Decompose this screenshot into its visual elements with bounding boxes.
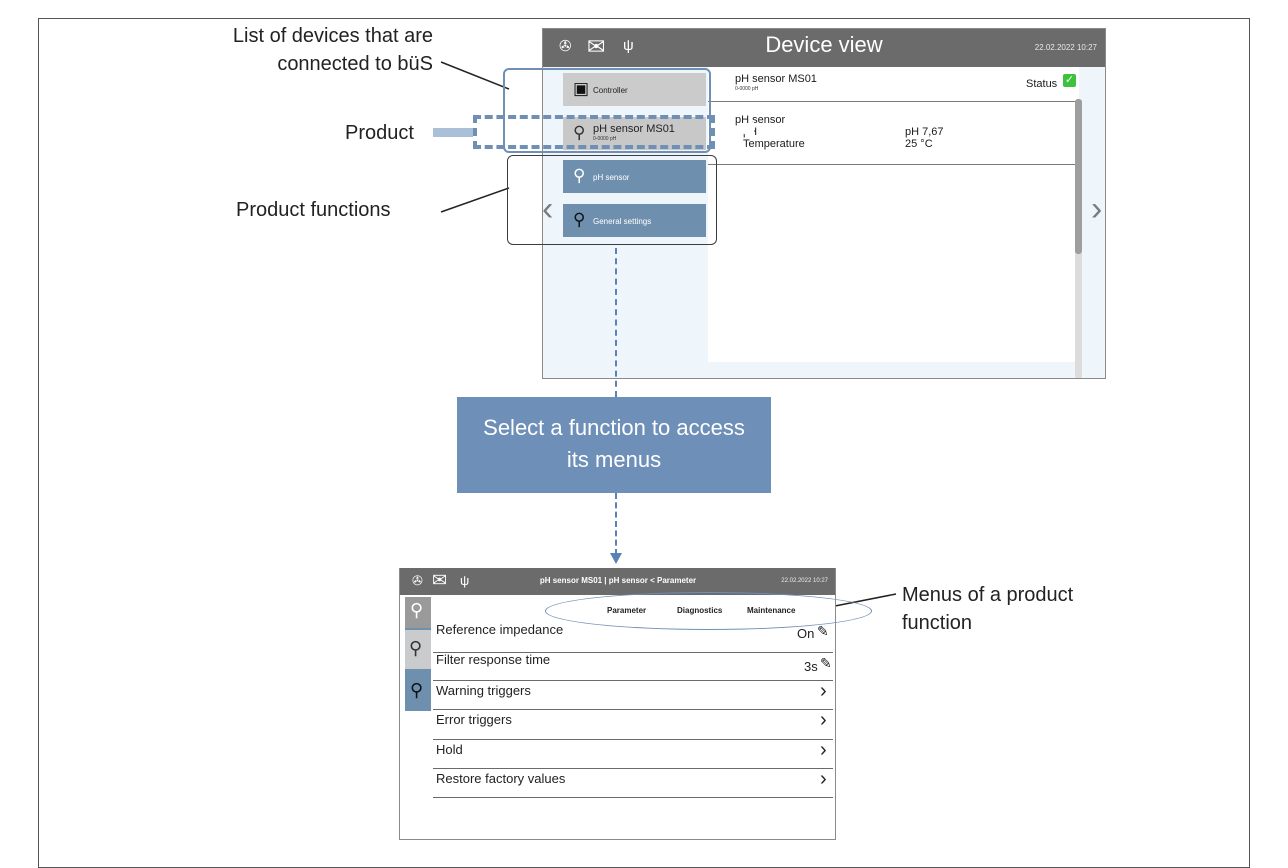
info-box: Select a function to access its menus [457,397,771,493]
sidebar-device-button[interactable]: ⚲ [405,597,431,628]
functions-callout: Product functions [236,199,391,221]
menus-callout: Menus of a product function [902,581,1073,637]
device-name-sub: 0-0000 pH [735,86,759,92]
device-view-datetime: 22.02.2022 10:27 [1034,43,1097,52]
info-box-line2: its menus [566,447,662,472]
parameter-breadcrumb: pH sensor MS01 | pH sensor < Parameter [539,576,697,585]
chevron-right-icon[interactable]: › [1091,190,1102,229]
info-box-line1: Select a function to access [483,415,745,440]
product-highlight [473,115,715,149]
param-row-label[interactable]: Hold [436,742,463,757]
device-view-header: ✇ ✉ ψ Device view 22.02.2022 10:27 [543,29,1105,67]
product-connector [433,128,473,137]
content-divider [708,101,1079,102]
param-row-label[interactable]: Reference impedance [436,622,563,637]
sidebar-settings-button[interactable]: ⚲ [405,672,431,711]
edit-pencil-icon[interactable]: ✎ [817,623,829,640]
row-divider [433,709,833,710]
param-row-label[interactable]: Error triggers [436,712,512,727]
chevron-right-icon[interactable]: › [820,768,827,791]
connector-dashed-line [615,493,617,555]
sensor-icon: ⚲ [409,638,423,658]
functions-highlight [507,155,717,245]
chevron-right-icon[interactable]: › [820,739,827,762]
product-callout: Product [345,122,414,144]
sidebar-ph-sensor-button[interactable]: ⚲ [405,630,431,669]
device-name: pH sensor MS01 [735,73,817,85]
parameter-header: ✇ ✉ ψ pH sensor MS01 | pH sensor < Param… [400,568,835,595]
param-row-label[interactable]: Filter response time [436,652,550,667]
content-divider [708,164,1079,165]
edit-pencil-icon[interactable]: ✎ [820,655,832,672]
menus-callout-line2: function [902,612,973,634]
status-label: Status [1026,78,1058,90]
param-row-value: 3s [804,659,818,674]
functions-leader-line [440,187,510,213]
chevron-right-icon[interactable]: › [820,680,827,703]
devices-leader-line [440,61,510,90]
param-row-label[interactable]: Restore factory values [436,771,565,786]
row-divider [433,680,833,681]
connector-dashed-line [615,248,617,397]
chevron-right-icon[interactable]: › [820,709,827,732]
selection-pointer [740,121,754,141]
arrow-down-icon [610,553,622,564]
value-row-value: pH 7,67 [905,126,944,138]
param-row-value: On [797,626,815,641]
row-divider [433,768,833,769]
param-row-label[interactable]: Warning triggers [436,683,531,698]
row-divider [433,739,833,740]
status-ok-icon: ✓ [1063,74,1076,87]
scrollbar-thumb[interactable] [1075,99,1082,254]
sensor-icon: ⚲ [410,600,424,620]
menus-highlight-ellipse [545,592,872,630]
row-divider [433,797,833,798]
device-content-pane: pH sensor MS01 0-0000 pH Status ✓ pH sen… [708,67,1079,362]
settings-icon: ⚲ [410,680,424,700]
menus-callout-line1: Menus of a product [902,584,1074,606]
value-row-value: 25 °C [905,138,933,150]
device-view-title: Device view [765,32,883,57]
parameter-datetime: 22.02.2022 10:27 [781,578,828,584]
